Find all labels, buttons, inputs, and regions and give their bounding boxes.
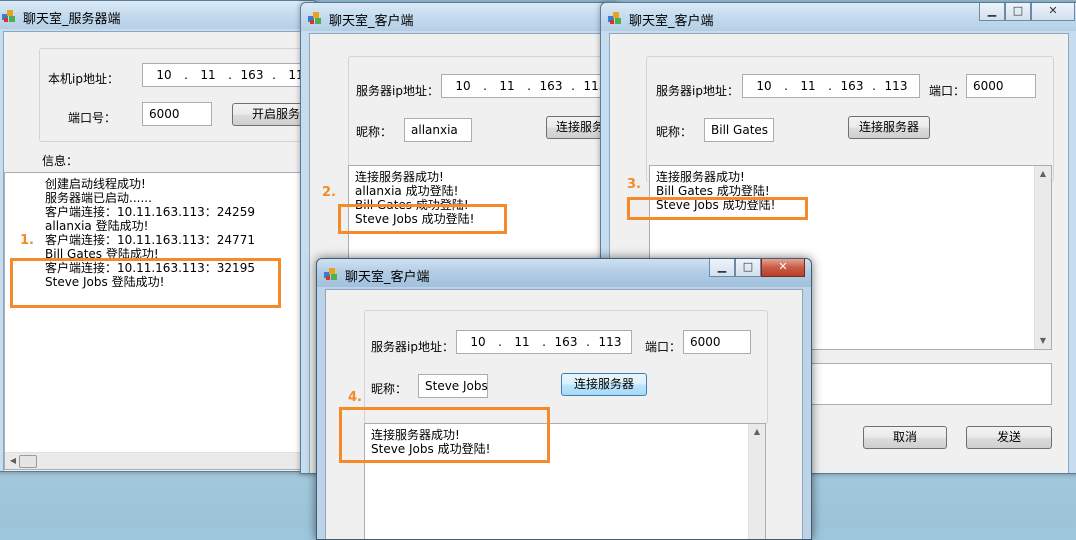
server-ip-input[interactable]: 10. 11. 163. 11 bbox=[142, 63, 317, 87]
client4-port-input[interactable]: 6000 bbox=[683, 330, 751, 354]
log-line: Bill Gates 成功登陆! bbox=[656, 184, 770, 198]
client4-window: 聊天室_客户端 ▁ □ ✕ 服务器ip地址： 10. 11. 163. 113 … bbox=[316, 258, 812, 540]
log-line: 服务器端已启动...... bbox=[45, 191, 152, 205]
log-line: allanxia 登陆成功! bbox=[45, 219, 149, 233]
close-icon[interactable]: ✕ bbox=[1031, 3, 1075, 21]
minimize-icon[interactable]: ▁ bbox=[709, 259, 735, 277]
server-log-hscroll[interactable]: ◀ bbox=[5, 452, 313, 469]
client3-window-controls: ▁ □ ✕ bbox=[979, 3, 1075, 23]
client3-title: 聊天室_客户端 bbox=[629, 14, 714, 29]
annotation-3-box bbox=[627, 197, 808, 220]
client4-nick-label: 昵称： bbox=[371, 382, 408, 396]
client4-window-controls: ▁ □ ✕ bbox=[709, 259, 805, 279]
client3-port-input[interactable]: 6000 bbox=[966, 74, 1036, 98]
client3-titlebar[interactable]: 聊天室_客户端 ▁ □ ✕ bbox=[601, 3, 1076, 31]
server-titlebar[interactable]: 聊天室_服务器端 bbox=[0, 1, 317, 29]
minimize-icon[interactable]: ▁ bbox=[979, 3, 1005, 21]
log-line: 创建启动线程成功! bbox=[45, 177, 146, 191]
client3-port-label: 端口： bbox=[929, 84, 966, 98]
client4-connect-button[interactable]: 连接服务器 bbox=[561, 373, 647, 396]
client2-title: 聊天室_客户端 bbox=[329, 14, 414, 29]
client4-log-vscroll[interactable]: ▲ bbox=[748, 424, 765, 539]
server-ip-label: 本机ip地址： bbox=[48, 72, 119, 86]
scroll-up-icon[interactable]: ▲ bbox=[1035, 166, 1051, 182]
server-port-input[interactable]: 6000 bbox=[142, 102, 212, 126]
app-icon bbox=[324, 268, 337, 280]
scroll-up-icon[interactable]: ▲ bbox=[749, 424, 765, 440]
client4-titlebar[interactable]: 聊天室_客户端 ▁ □ ✕ bbox=[317, 259, 811, 287]
client4-nick-input[interactable]: Steve Jobs bbox=[418, 374, 488, 398]
annotation-2-box bbox=[338, 204, 507, 234]
client2-titlebar[interactable]: 聊天室_客户端 bbox=[301, 3, 619, 31]
annotation-2-label: 2. bbox=[322, 185, 336, 200]
client3-nick-input[interactable]: Bill Gates bbox=[704, 118, 774, 142]
annotation-3-label: 3. bbox=[627, 177, 641, 192]
client3-send-button[interactable]: 发送 bbox=[966, 426, 1052, 449]
log-line: allanxia 成功登陆! bbox=[355, 184, 459, 198]
close-icon[interactable]: ✕ bbox=[761, 259, 805, 277]
client3-ip-input[interactable]: 10. 11. 163. 113 bbox=[742, 74, 920, 98]
client2-nick-input[interactable]: allanxia bbox=[404, 118, 472, 142]
server-client-area: 本机ip地址： 10. 11. 163. 11 端口号： 6000 开启服务器 … bbox=[3, 31, 317, 471]
client4-title: 聊天室_客户端 bbox=[345, 270, 430, 285]
annotation-4-box bbox=[339, 407, 550, 463]
server-log-area[interactable]: 创建启动线程成功! 服务器端已启动...... 客户端连接：10.11.163.… bbox=[4, 172, 314, 470]
client3-server-ip-label: 服务器ip地址： bbox=[656, 84, 739, 98]
client3-cancel-button[interactable]: 取消 bbox=[863, 426, 947, 449]
client3-nick-label: 昵称： bbox=[656, 125, 693, 139]
log-line: 客户端连接：10.11.163.113：24771 bbox=[45, 233, 255, 247]
app-icon bbox=[608, 12, 621, 24]
log-line: 连接服务器成功! bbox=[656, 170, 745, 184]
log-line: 连接服务器成功! bbox=[355, 170, 444, 184]
annotation-1-label: 1. bbox=[20, 233, 34, 248]
client2-ip-input[interactable]: 10. 11. 163. 113 bbox=[441, 74, 619, 98]
client4-ip-input[interactable]: 10. 11. 163. 113 bbox=[456, 330, 632, 354]
annotation-4-label: 4. bbox=[348, 390, 362, 405]
maximize-icon[interactable]: □ bbox=[735, 259, 761, 277]
server-info-label: 信息： bbox=[42, 154, 79, 168]
client2-server-ip-label: 服务器ip地址： bbox=[356, 84, 439, 98]
server-window: 聊天室_服务器端 本机ip地址： 10. 11. 163. 11 端口号： 60… bbox=[0, 0, 318, 472]
client4-server-ip-label: 服务器ip地址： bbox=[371, 340, 454, 354]
log-line: 客户端连接：10.11.163.113：24259 bbox=[45, 205, 255, 219]
client3-connect-button[interactable]: 连接服务器 bbox=[848, 116, 930, 139]
app-icon bbox=[2, 10, 15, 22]
app-icon bbox=[308, 12, 321, 24]
server-title: 聊天室_服务器端 bbox=[23, 12, 121, 27]
client2-nick-label: 昵称： bbox=[356, 125, 393, 139]
annotation-1-box bbox=[10, 258, 281, 308]
server-port-label: 端口号： bbox=[68, 111, 117, 125]
client3-log-vscroll[interactable]: ▲ ▼ bbox=[1034, 166, 1051, 349]
scroll-down-icon[interactable]: ▼ bbox=[1035, 333, 1051, 349]
client4-port-label: 端口： bbox=[645, 340, 682, 354]
maximize-icon[interactable]: □ bbox=[1005, 3, 1031, 21]
scroll-thumb[interactable] bbox=[19, 455, 37, 468]
